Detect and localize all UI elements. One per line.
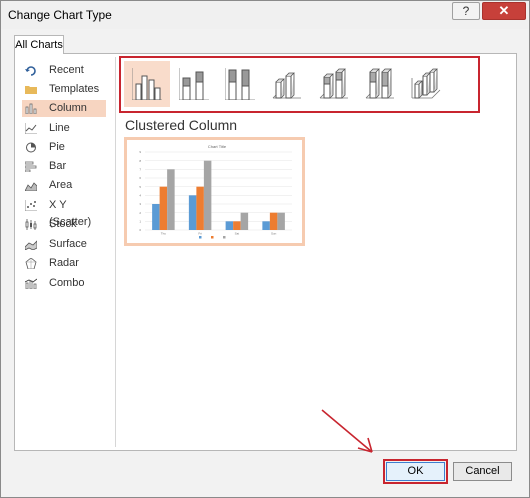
category-label: Thu: [161, 232, 167, 236]
recent-icon: [25, 66, 36, 76]
close-button[interactable]: ✕: [482, 2, 526, 20]
sidebar-item-combo[interactable]: Combo: [22, 275, 106, 292]
sidebar-item-label: Line: [49, 122, 70, 134]
surface-chart-icon: [25, 240, 37, 250]
dialog-title: Change Chart Type: [8, 8, 112, 22]
bar: [203, 160, 212, 230]
y-tick-label: 0: [139, 228, 141, 232]
sidebar-item-surface[interactable]: Surface: [22, 236, 106, 253]
y-tick-label: 7: [139, 168, 141, 172]
y-tick-label: 9: [139, 150, 141, 154]
bar: [240, 212, 249, 230]
preview-chart-svg: Chart Title 0 1 2 3 4 5 6 7 8 9 Thu Fri Sat Sun: [139, 144, 292, 239]
bar: [159, 186, 168, 230]
legend-swatch: [211, 236, 214, 239]
sidebar-item-label: Stock: [49, 218, 77, 230]
chart-preview[interactable]: Chart Title 0 1 2 3 4 5 6 7 8 9 Thu Fri Sat Sun: [124, 137, 305, 246]
sidebar-item-templates[interactable]: Templates: [22, 81, 106, 98]
bar: [233, 221, 241, 230]
bar-chart-icon: [25, 161, 37, 172]
sidebar-item-label: Area: [49, 179, 73, 191]
annotation-arrow: [321, 409, 373, 453]
sidebar-item-label: Pie: [49, 141, 65, 153]
sidebar-item-label: Bar: [49, 160, 67, 172]
bar: [262, 221, 270, 230]
category-label: Fri: [198, 232, 202, 236]
selected-subtype-title: Clustered Column: [125, 117, 238, 133]
sidebar-item-scatter[interactable]: X Y (Scatter): [22, 197, 106, 228]
help-button[interactable]: ?: [452, 2, 480, 20]
scatter-chart-icon: [25, 200, 37, 211]
cancel-button[interactable]: Cancel: [453, 462, 512, 481]
chart-title: Chart Title: [208, 144, 227, 149]
bar: [225, 221, 234, 230]
sidebar-item-bar[interactable]: Bar: [22, 158, 106, 175]
tab-all-charts[interactable]: All Charts: [14, 35, 64, 54]
sidebar-item-area[interactable]: Area: [22, 177, 106, 194]
bar: [152, 204, 160, 230]
legend-swatch: [199, 236, 202, 239]
sidebar-item-radar[interactable]: Radar: [22, 255, 106, 272]
sidebar-item-pie[interactable]: Pie: [22, 139, 106, 156]
y-tick-label: 5: [139, 185, 141, 189]
sidebar-item-line[interactable]: Line: [22, 120, 106, 137]
sidebar-item-column[interactable]: Column: [22, 100, 106, 117]
sidebar-item-label: Combo: [49, 277, 85, 289]
category-label: Sun: [271, 232, 277, 236]
line-chart-icon: [25, 123, 37, 134]
list-separator: [115, 57, 116, 447]
subtype-annotation-box: [119, 56, 480, 113]
y-tick-label: 2: [139, 211, 141, 215]
bar: [269, 212, 278, 230]
area-chart-icon: [25, 182, 37, 191]
column-chart-icon: [25, 103, 37, 114]
sidebar-item-label: Templates: [49, 83, 100, 95]
category-label: Sat: [235, 232, 240, 236]
y-tick-label: 1: [139, 220, 141, 224]
bar: [188, 195, 197, 230]
sidebar-item-stock[interactable]: Stock: [22, 216, 106, 233]
sidebar-item-label: Recent: [49, 64, 84, 76]
folder-icon: [25, 86, 37, 94]
combo-chart-icon: [25, 278, 37, 289]
bar: [277, 212, 285, 230]
sidebar-item-recent[interactable]: Recent: [22, 62, 106, 79]
sidebar-item-label: Surface: [49, 238, 87, 250]
y-tick-label: 3: [139, 202, 141, 206]
radar-chart-icon: [25, 258, 37, 269]
legend-swatch: [223, 236, 226, 239]
y-tick-label: 8: [139, 159, 141, 163]
sidebar-item-label: Column: [49, 102, 87, 114]
stock-chart-icon: [25, 219, 37, 230]
y-tick-label: 4: [139, 194, 141, 198]
pie-chart-icon: [26, 142, 36, 153]
ok-annotation-box: [383, 459, 448, 484]
bar: [167, 169, 175, 230]
bar: [196, 186, 204, 230]
sidebar-item-label: Radar: [49, 257, 79, 269]
y-tick-label: 6: [139, 176, 141, 180]
